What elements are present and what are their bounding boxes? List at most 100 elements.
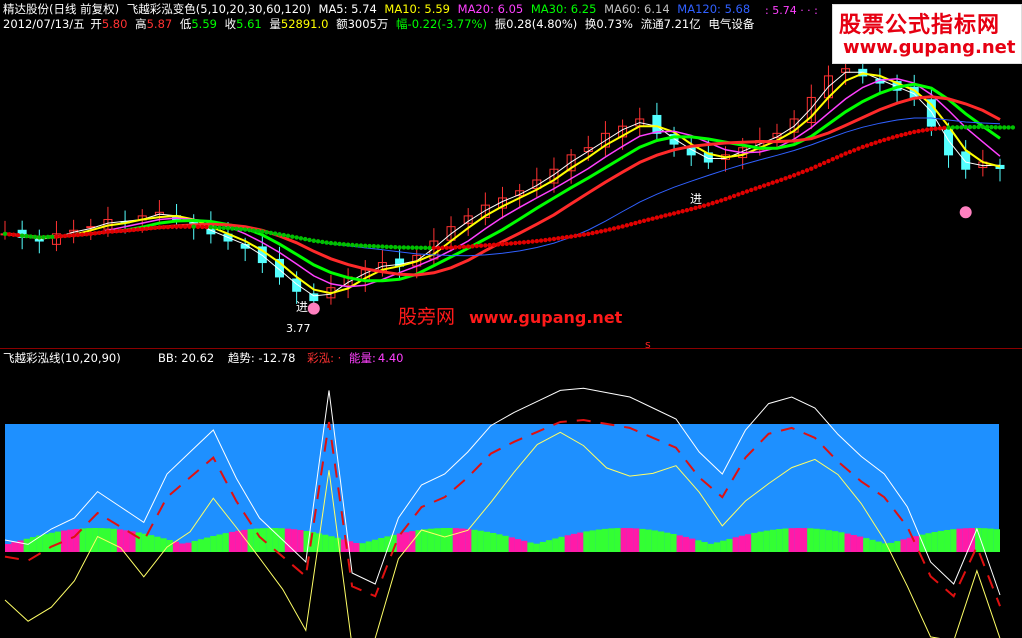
trend-dot xyxy=(731,193,737,199)
trend-dot xyxy=(517,240,522,245)
energy-bar xyxy=(204,537,211,552)
trend-dot xyxy=(779,177,784,182)
trend-dot xyxy=(363,243,368,249)
trend-dot xyxy=(290,234,295,239)
energy-bar xyxy=(900,539,907,552)
trend-dot xyxy=(161,225,166,230)
trend-dot xyxy=(2,231,8,237)
trend-dot xyxy=(894,134,900,139)
trend-dot xyxy=(530,239,535,244)
trend-dot xyxy=(135,227,141,232)
trend-dot xyxy=(603,228,608,233)
energy-bar xyxy=(452,528,459,552)
trend-dot xyxy=(242,227,248,232)
energy-bar xyxy=(228,531,236,552)
energy-bar xyxy=(67,529,74,552)
trend-dot xyxy=(285,233,291,239)
trend-dot xyxy=(628,221,634,227)
trend-dot xyxy=(976,124,981,130)
energy-bar xyxy=(620,528,627,552)
energy-bar xyxy=(490,532,497,552)
site-name: 股票公式指标网 xyxy=(839,13,1001,38)
low-value: 5.59 xyxy=(191,17,217,31)
energy-bar xyxy=(477,530,484,552)
energy-bar xyxy=(987,528,994,552)
trend-dot xyxy=(54,234,59,239)
trend-dot xyxy=(431,245,437,251)
trend-dot xyxy=(182,224,188,229)
trend-dot xyxy=(448,245,454,250)
trend-dot xyxy=(255,228,261,234)
energy-bar xyxy=(670,533,677,552)
trend-dot xyxy=(809,166,814,171)
trend-dot xyxy=(118,228,123,234)
energy-bar xyxy=(378,538,385,552)
bb-value: BB: 20.62 xyxy=(158,351,215,365)
close-value: 5.61 xyxy=(236,17,262,31)
trend-dot xyxy=(307,237,312,243)
caihong-value: 彩泓: · xyxy=(307,351,342,365)
trend-dot xyxy=(114,229,119,234)
energy-bar xyxy=(856,536,864,552)
ma120-value: MA120: 5.68 xyxy=(677,2,751,16)
trend-dot xyxy=(989,124,994,130)
energy-bar xyxy=(726,538,733,552)
trend-dot xyxy=(1006,125,1011,130)
trend-dot xyxy=(247,227,252,233)
trend-dot xyxy=(963,124,968,130)
trend-dot xyxy=(19,233,25,238)
trend-dot xyxy=(598,229,604,234)
energy-bar xyxy=(396,533,403,552)
trend-dot xyxy=(663,213,668,218)
energy-bar xyxy=(769,529,777,552)
high-value: 5.87 xyxy=(146,17,173,31)
trend-dot xyxy=(41,235,46,240)
trend-dot xyxy=(723,196,728,202)
trend-dot xyxy=(165,224,171,230)
trend-dot xyxy=(225,226,231,231)
trend-dot xyxy=(272,231,278,236)
trend-dot xyxy=(770,180,775,185)
energy-bar xyxy=(154,536,161,552)
trend-dot xyxy=(753,186,758,191)
trend-dot xyxy=(804,168,810,173)
trend-dot xyxy=(127,228,132,233)
trend-dot xyxy=(924,127,930,132)
trend-dot xyxy=(860,144,865,150)
energy-bar xyxy=(676,535,683,552)
energy-bar xyxy=(720,540,727,552)
trend-dot xyxy=(676,210,681,215)
trend-dot xyxy=(105,229,111,234)
trend-dot xyxy=(221,225,226,231)
trend-dot xyxy=(380,244,385,249)
trend-dot xyxy=(101,230,106,235)
trend-dot xyxy=(903,131,908,137)
energy-bar xyxy=(564,535,571,552)
energy-bar xyxy=(844,533,851,552)
trend-dot xyxy=(607,227,612,232)
trend-dot xyxy=(954,125,960,130)
trend-dot xyxy=(749,187,754,193)
price-chart[interactable] xyxy=(0,30,1022,348)
energy-bar xyxy=(695,540,702,552)
energy-bar xyxy=(595,529,602,552)
trend-dot xyxy=(204,224,209,230)
ma10-value: MA10: 5.59 xyxy=(384,2,450,16)
candle-body xyxy=(652,114,662,134)
low-label: 低 xyxy=(179,17,192,31)
energy-bar xyxy=(60,530,68,552)
energy-bar xyxy=(179,543,186,552)
ma10-line xyxy=(4,72,1001,295)
candle-body xyxy=(944,128,954,156)
trend-dot xyxy=(478,243,484,248)
indicator-chart[interactable] xyxy=(0,366,1022,638)
trend-dot xyxy=(972,124,977,130)
energy-bar xyxy=(533,543,540,552)
trend-dot xyxy=(620,224,625,229)
stock-label: 精达股份(日线 前复权) xyxy=(3,2,120,16)
trend-dot xyxy=(929,126,934,132)
energy-bar xyxy=(993,529,1000,552)
float-cap-value: 流通7.21亿 xyxy=(640,17,701,31)
trend-dot xyxy=(11,232,16,237)
energy-bar xyxy=(359,543,366,552)
